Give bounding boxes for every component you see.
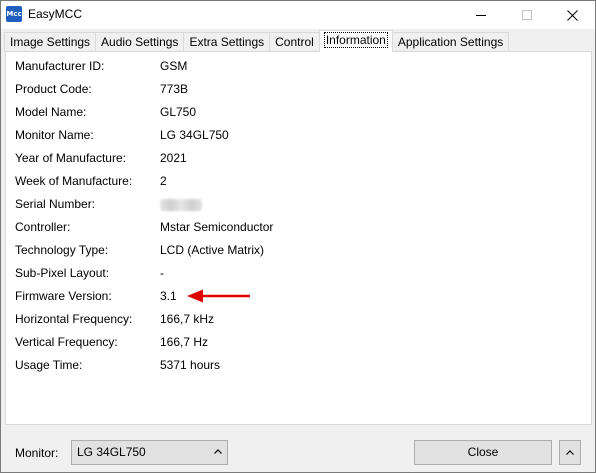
info-label: Horizontal Frequency: [15, 312, 133, 326]
tab-strip: Image Settings Audio Settings Extra Sett… [4, 30, 510, 52]
tab-information[interactable]: Information [318, 30, 393, 52]
info-row-monitor-name: Monitor Name: LG 34GL750 [15, 128, 575, 144]
tab-control[interactable]: Control [269, 32, 320, 52]
info-label: Controller: [15, 220, 71, 234]
info-value: LCD (Active Matrix) [160, 243, 265, 257]
expand-button[interactable] [559, 440, 581, 465]
info-row-controller: Controller: Mstar Semiconductor [15, 220, 575, 236]
info-label: Monitor Name: [15, 128, 94, 142]
title-bar[interactable]: Mcc EasyMCC [1, 1, 595, 29]
info-label: Week of Manufacture: [15, 174, 133, 188]
tab-application-settings[interactable]: Application Settings [391, 32, 510, 52]
info-row-vertical-frequency: Vertical Frequency: 166,7 Hz [15, 335, 575, 351]
info-value: 773B [160, 82, 189, 96]
close-window-button[interactable] [549, 1, 595, 29]
info-value: 166,7 Hz [160, 335, 209, 349]
info-row-serial-number: Serial Number: [15, 197, 575, 213]
maximize-button[interactable] [504, 1, 550, 29]
info-row-week-of-manufacture: Week of Manufacture: 2 [15, 174, 575, 190]
info-value: 2 [160, 174, 167, 188]
close-icon [566, 9, 578, 21]
info-label: Manufacturer ID: [15, 59, 105, 73]
app-window: Mcc EasyMCC Image Settings Audio Setting… [0, 0, 596, 473]
monitor-select-value: LG 34GL750 [77, 445, 146, 459]
info-value: GSM [160, 59, 188, 73]
info-label: Year of Manufacture: [15, 151, 126, 165]
info-row-product-code: Product Code: 773B [15, 82, 575, 98]
info-label: Sub-Pixel Layout: [15, 266, 110, 280]
monitor-label: Monitor: [15, 446, 59, 460]
monitor-select[interactable]: LG 34GL750 [71, 440, 228, 465]
info-value: 3.1 [160, 289, 177, 303]
info-row-firmware-version: Firmware Version: 3.1 [15, 289, 575, 305]
info-value: 166,7 kHz [160, 312, 215, 326]
info-label: Usage Time: [15, 358, 83, 372]
close-button[interactable]: Close [414, 440, 552, 465]
info-label: Firmware Version: [15, 289, 112, 303]
info-row-horizontal-frequency: Horizontal Frequency: 166,7 kHz [15, 312, 575, 328]
tab-audio-settings[interactable]: Audio Settings [95, 32, 185, 52]
info-label: Product Code: [15, 82, 92, 96]
annotation-arrow-icon [187, 289, 250, 303]
maximize-icon [522, 10, 532, 20]
minimize-button[interactable] [458, 1, 504, 29]
information-panel: Manufacturer ID: GSM Product Code: 773B … [5, 51, 592, 425]
info-label: Model Name: [15, 105, 87, 119]
info-value: 5371 hours [160, 358, 221, 372]
info-value: GL750 [160, 105, 197, 119]
info-row-usage-time: Usage Time: 5371 hours [15, 358, 575, 374]
info-label: Vertical Frequency: [15, 335, 118, 349]
serial-number-redacted [160, 197, 202, 214]
info-value: 2021 [160, 151, 187, 165]
info-value: - [160, 266, 164, 280]
info-row-manufacturer-id: Manufacturer ID: GSM [15, 59, 575, 75]
info-row-model-name: Model Name: GL750 [15, 105, 575, 121]
tab-extra-settings[interactable]: Extra Settings [183, 32, 271, 52]
app-icon: Mcc [6, 6, 22, 22]
window-title: EasyMCC [28, 7, 83, 21]
chevron-up-icon [214, 449, 222, 454]
info-label: Serial Number: [15, 197, 96, 211]
chevron-up-icon [566, 449, 574, 455]
tab-image-settings[interactable]: Image Settings [4, 32, 97, 52]
minimize-icon [476, 14, 486, 16]
info-row-year-of-manufacture: Year of Manufacture: 2021 [15, 151, 575, 167]
info-value: LG 34GL750 [160, 128, 229, 142]
info-label: Technology Type: [15, 243, 109, 257]
info-row-technology-type: Technology Type: LCD (Active Matrix) [15, 243, 575, 259]
info-value: Mstar Semiconductor [160, 220, 274, 234]
info-row-sub-pixel-layout: Sub-Pixel Layout: - [15, 266, 575, 282]
